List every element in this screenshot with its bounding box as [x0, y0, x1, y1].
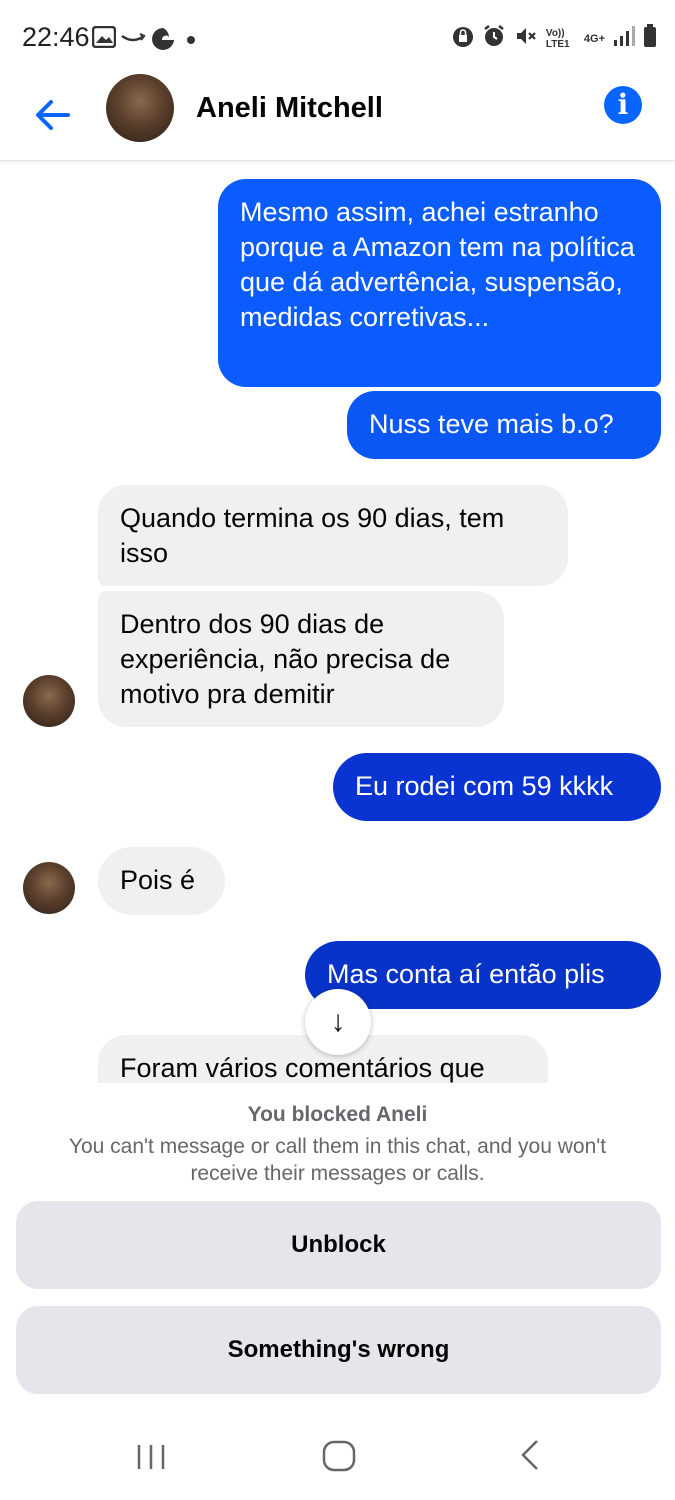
message-bubble-outgoing[interactable]: Eu rodei com 59 kkkk	[333, 753, 661, 821]
sender-avatar[interactable]	[23, 862, 75, 914]
nav-back-button[interactable]	[515, 1433, 545, 1477]
recents-icon	[137, 1445, 165, 1469]
something-wrong-button[interactable]: Something's wrong	[16, 1306, 661, 1394]
message-bubble-outgoing[interactable]: Nuss teve mais b.o?	[347, 391, 661, 459]
status-bar: 22:46 Vo)) LTE1 4G+	[0, 0, 675, 80]
message-bubble-outgoing[interactable]: Mesmo assim, achei estranho porque a Ama…	[218, 179, 661, 387]
blocked-title: You blocked Aneli	[247, 1103, 428, 1126]
message-bubble-incoming[interactable]: Dentro dos 90 dias de experiência, não p…	[98, 591, 504, 727]
home-icon	[322, 1440, 356, 1472]
system-icons: Vo)) LTE1 4G+	[452, 24, 657, 53]
home-button[interactable]	[320, 1433, 358, 1477]
image-icon	[91, 25, 117, 52]
back-button[interactable]	[30, 92, 76, 138]
info-button[interactable]: i	[604, 86, 642, 124]
message-bubble-incoming[interactable]: Pois é	[98, 847, 225, 915]
blocked-notice-panel: You blocked Aneli You can't message or c…	[0, 1083, 675, 1413]
back-arrow-icon	[36, 100, 70, 130]
volte-icon: Vo)) LTE1	[545, 27, 570, 50]
amazon-icon	[120, 26, 146, 52]
signal-icon	[613, 25, 635, 52]
dot-icon	[186, 26, 196, 52]
back-icon	[521, 1440, 538, 1470]
lock-icon	[452, 24, 474, 53]
scroll-to-bottom-button[interactable]: ↓	[305, 989, 371, 1055]
status-time: 22:46	[22, 22, 90, 52]
contact-name[interactable]: Aneli Mitchell	[196, 92, 383, 125]
system-navigation-bar	[0, 1413, 675, 1500]
mute-icon	[514, 24, 538, 53]
blocked-description: You can't message or call them in this c…	[68, 1135, 607, 1185]
sender-avatar[interactable]	[23, 675, 75, 727]
edge-browser-icon	[150, 26, 176, 52]
recents-button[interactable]	[134, 1433, 168, 1477]
message-list[interactable]: Mesmo assim, achei estranho porque a Ama…	[0, 161, 675, 1083]
unblock-button[interactable]: Unblock	[16, 1201, 661, 1289]
4g-icon: 4G+	[583, 32, 605, 45]
battery-icon	[643, 24, 657, 53]
conversation-header: Aneli Mitchell i	[0, 74, 675, 161]
contact-avatar[interactable]	[106, 74, 174, 142]
alarm-icon	[482, 24, 506, 53]
arrow-down-icon: ↓	[330, 1005, 346, 1038]
message-bubble-incoming[interactable]: Quando termina os 90 dias, tem isso	[98, 485, 568, 586]
